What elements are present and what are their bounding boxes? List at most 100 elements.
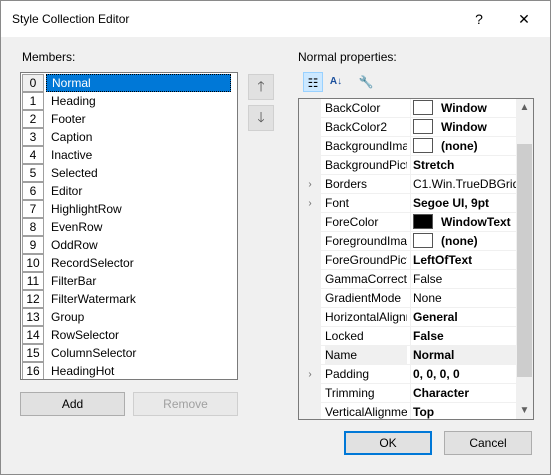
property-value[interactable]: Normal bbox=[410, 346, 520, 365]
scroll-up-icon[interactable]: ▲ bbox=[516, 99, 533, 116]
ok-button[interactable]: OK bbox=[344, 431, 432, 455]
property-row[interactable]: BackColor2 Window bbox=[299, 118, 517, 137]
property-row[interactable]: ForegroundImage (none) bbox=[299, 232, 517, 251]
row-gutter bbox=[299, 270, 321, 289]
property-row[interactable]: ForeColor WindowText bbox=[299, 213, 517, 232]
property-row[interactable]: Name Normal bbox=[299, 346, 520, 365]
close-button[interactable]: ✕ bbox=[514, 10, 534, 28]
property-value[interactable]: WindowText bbox=[410, 213, 520, 232]
list-item[interactable]: 0 Normal bbox=[22, 74, 236, 92]
property-value[interactable]: Top bbox=[410, 403, 520, 419]
list-item[interactable]: 15 ColumnSelector bbox=[22, 344, 236, 362]
property-row[interactable]: GammaCorrection False bbox=[299, 270, 517, 289]
property-pages-icon[interactable]: 🔧 bbox=[356, 72, 376, 92]
property-name: ForeColor bbox=[325, 215, 379, 229]
property-name: GradientMode bbox=[325, 291, 402, 305]
list-item[interactable]: 14 RowSelector bbox=[22, 326, 236, 344]
member-index: 12 bbox=[22, 290, 44, 308]
scroll-down-icon[interactable]: ▼ bbox=[516, 402, 533, 419]
property-row[interactable]: › Padding 0, 0, 0, 0 bbox=[299, 365, 517, 384]
add-button[interactable]: Add bbox=[20, 392, 125, 416]
member-index: 5 bbox=[22, 164, 44, 182]
property-value[interactable]: (none) bbox=[410, 137, 520, 156]
member-index: 3 bbox=[22, 128, 44, 146]
member-name: Group bbox=[51, 310, 85, 324]
property-value[interactable]: C1.Win.TrueDBGrid.GridBorders bbox=[410, 175, 520, 194]
property-value[interactable]: LeftOfText bbox=[410, 251, 520, 270]
property-name: Name bbox=[325, 346, 407, 365]
cancel-button[interactable]: Cancel bbox=[444, 431, 532, 455]
list-item[interactable]: 4 Inactive bbox=[22, 146, 236, 164]
list-item[interactable]: 11 FilterBar bbox=[22, 272, 236, 290]
list-item[interactable]: 2 Footer bbox=[22, 110, 236, 128]
property-value-text: (none) bbox=[441, 234, 478, 248]
property-value-text: General bbox=[413, 310, 458, 324]
property-name: BackColor bbox=[325, 101, 381, 115]
property-value[interactable]: Segoe UI, 9pt bbox=[410, 194, 520, 213]
member-name: Footer bbox=[51, 112, 86, 126]
scroll-thumb[interactable] bbox=[517, 144, 532, 377]
property-row[interactable]: BackgroundImage (none) bbox=[299, 137, 517, 156]
property-row[interactable]: GradientMode None bbox=[299, 289, 517, 308]
move-down-button[interactable]: 🡓 bbox=[248, 105, 274, 131]
list-item[interactable]: 10 RecordSelector bbox=[22, 254, 236, 272]
property-name: BackgroundImage bbox=[325, 139, 407, 153]
property-name: HorizontalAlignment bbox=[325, 310, 407, 324]
color-swatch bbox=[413, 214, 433, 230]
property-value-text: False bbox=[413, 329, 444, 343]
help-button[interactable]: ? bbox=[469, 10, 489, 28]
property-name: Padding bbox=[325, 367, 370, 381]
member-index: 15 bbox=[22, 344, 44, 362]
property-value[interactable]: Character bbox=[410, 384, 520, 403]
property-value[interactable]: Window bbox=[410, 118, 520, 137]
member-name: FilterBar bbox=[51, 274, 97, 288]
list-item[interactable]: 13 Group bbox=[22, 308, 236, 326]
list-item[interactable]: 9 OddRow bbox=[22, 236, 236, 254]
vertical-scrollbar[interactable]: ▲ ▼ bbox=[516, 99, 533, 419]
property-row[interactable]: VerticalAlignment Top bbox=[299, 403, 520, 419]
property-value[interactable]: General bbox=[410, 308, 520, 327]
property-value-text: Segoe UI, 9pt bbox=[413, 196, 490, 210]
categorized-icon[interactable]: ☷ bbox=[303, 72, 323, 92]
property-value[interactable]: None bbox=[410, 289, 520, 308]
property-row[interactable]: ForeGroundPicturePosition LeftOfText bbox=[299, 251, 517, 270]
property-value[interactable]: 0, 0, 0, 0 bbox=[410, 365, 520, 384]
move-up-button[interactable]: 🡑 bbox=[248, 74, 274, 100]
list-item[interactable]: 7 HighlightRow bbox=[22, 200, 236, 218]
expand-chevron-icon[interactable]: › bbox=[299, 365, 321, 384]
expand-chevron-icon[interactable]: › bbox=[299, 194, 321, 213]
list-item[interactable]: 8 EvenRow bbox=[22, 218, 236, 236]
property-row[interactable]: BackgroundPictureDrawMode Stretch bbox=[299, 156, 517, 175]
list-item[interactable]: 5 Selected bbox=[22, 164, 236, 182]
property-row[interactable]: › Font Segoe UI, 9pt bbox=[299, 194, 517, 213]
row-gutter bbox=[299, 213, 321, 232]
row-gutter bbox=[299, 403, 321, 419]
remove-button[interactable]: Remove bbox=[133, 392, 238, 416]
alphabetical-icon[interactable]: A↓ bbox=[326, 72, 346, 92]
row-gutter bbox=[299, 289, 321, 308]
property-value[interactable]: (none) bbox=[410, 232, 520, 251]
property-row[interactable]: HorizontalAlignment General bbox=[299, 308, 517, 327]
members-label: Members: bbox=[22, 50, 76, 64]
list-item[interactable]: 1 Heading bbox=[22, 92, 236, 110]
member-name: Inactive bbox=[51, 148, 93, 162]
members-list[interactable]: 0 Normal 1 Heading 2 Footer 3 Caption 4 Inactive 5… bbox=[20, 72, 238, 380]
property-value[interactable]: False bbox=[410, 327, 520, 346]
list-item[interactable]: 6 Editor bbox=[22, 182, 236, 200]
list-item[interactable]: 16 HeadingHot bbox=[22, 362, 236, 379]
property-grid[interactable]: VerticalAlignment Top Trimming Character › Pa… bbox=[298, 98, 534, 420]
expand-chevron-icon[interactable]: › bbox=[299, 175, 321, 194]
list-item[interactable]: 12 FilterWatermark bbox=[22, 290, 236, 308]
list-item[interactable]: 3 Caption bbox=[22, 128, 236, 146]
member-name: HighlightRow bbox=[51, 202, 122, 216]
property-row[interactable]: BackColor Window bbox=[299, 99, 517, 118]
property-name: ForegroundImage bbox=[325, 234, 407, 248]
property-row[interactable]: › Borders C1.Win.TrueDBGrid.GridBorders bbox=[299, 175, 520, 194]
property-value[interactable]: Window bbox=[410, 99, 520, 118]
property-value-text: Character bbox=[413, 386, 470, 400]
property-value[interactable]: Stretch bbox=[410, 156, 520, 175]
property-value[interactable]: False bbox=[410, 270, 520, 289]
row-gutter bbox=[299, 156, 321, 175]
property-row[interactable]: Locked False bbox=[299, 327, 517, 346]
property-row[interactable]: Trimming Character bbox=[299, 384, 517, 403]
